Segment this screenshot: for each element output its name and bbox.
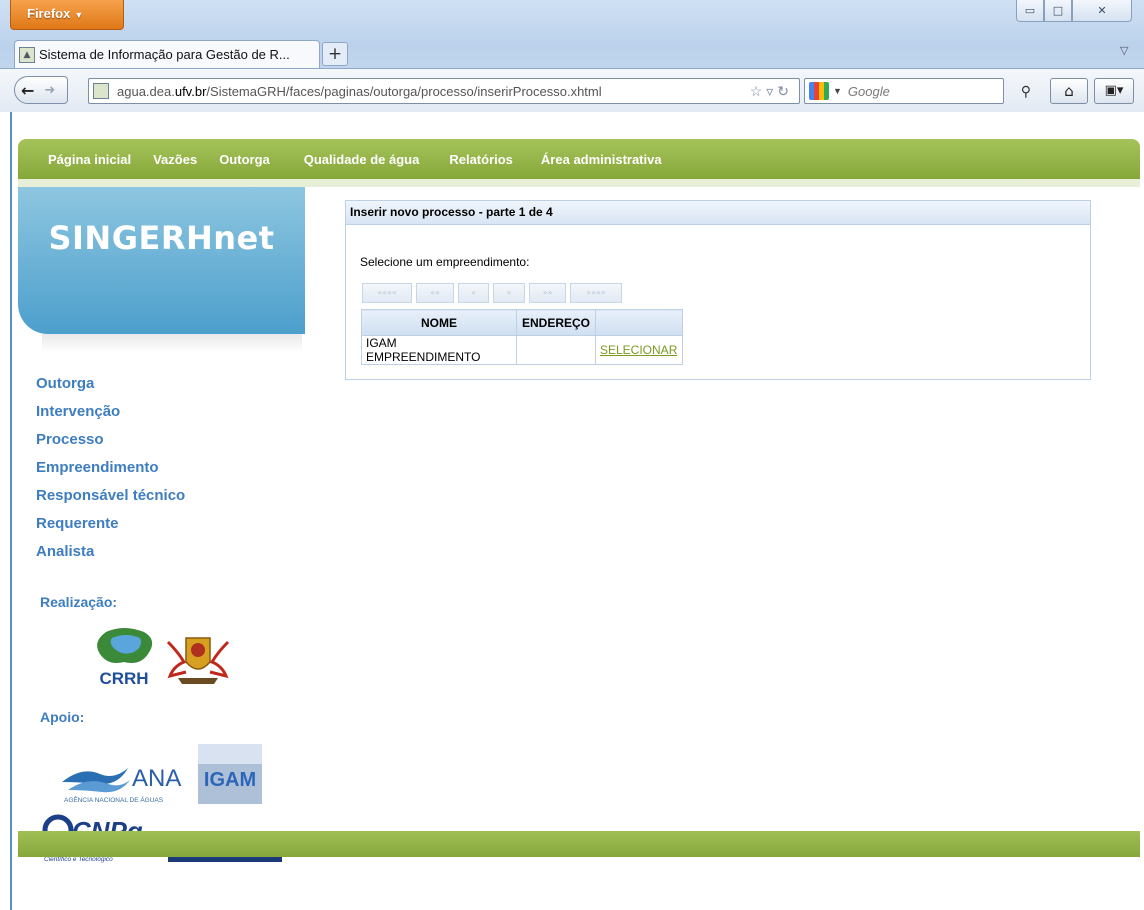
search-bar[interactable]: ▼ Google ⚲ (804, 78, 1031, 104)
sidenav-processo[interactable]: Processo (36, 426, 185, 454)
url-prefix: agua.dea. (117, 83, 175, 99)
igam-logo[interactable]: IGAM (198, 744, 262, 804)
insert-process-panel: Inserir novo processo - parte 1 de 4 Sel… (345, 200, 1091, 380)
apoio-heading: Apoio: (40, 709, 85, 725)
site-favicon-icon (93, 83, 109, 99)
bookmark-star-reload-icon[interactable]: ☆▿↻ (750, 83, 793, 100)
google-engine-icon[interactable] (809, 82, 829, 100)
page-content: Página inicial Vazões Outorga Qualidade … (10, 112, 1140, 910)
sidenav-requerente[interactable]: Requerente (36, 510, 185, 538)
realizacao-heading: Realização: (40, 594, 118, 610)
dropdown-arrow-icon: ▼ (74, 10, 84, 20)
brand-banner: SINGERHnet (18, 187, 305, 334)
ana-logo[interactable]: ANA AGÊNCIA NACIONAL DE ÁGUAS (58, 752, 198, 806)
panel-title: Inserir novo processo - parte 1 de 4 (346, 201, 1090, 225)
search-icon[interactable]: ⚲ (1021, 83, 1031, 100)
url-bar[interactable]: agua.dea. ufv.br/SistemaGRH/faces/paginas… (88, 78, 800, 104)
url-path: /SistemaGRH/faces/paginas/outorga/proces… (206, 83, 602, 99)
igam-logo-text: IGAM (204, 769, 256, 791)
menu-qualidade-agua[interactable]: Qualidade de água (304, 152, 420, 167)
sidenav-responsavel-tecnico[interactable]: Responsável técnico (36, 482, 185, 510)
sidenav-empreendimento[interactable]: Empreendimento (36, 454, 185, 482)
side-navigation: Outorga Intervenção Processo Empreendime… (36, 370, 185, 566)
select-enterprise-label: Selecione um empreendimento: (360, 255, 530, 269)
site-title: SINGERHnet (48, 219, 275, 257)
row-endereco (516, 335, 596, 365)
svg-text:CRRH: CRRH (99, 669, 148, 688)
menu-vazoes[interactable]: Vazões (153, 152, 197, 167)
crrh-logo[interactable]: CRRH (86, 626, 162, 688)
pager-first-button[interactable]: «««« (362, 283, 412, 303)
menu-area-administrativa[interactable]: Área administrativa (541, 152, 662, 167)
favicon-icon: ▲ (19, 46, 35, 63)
menu-pagina-inicial[interactable]: Página inicial (48, 152, 131, 167)
sidenav-analista[interactable]: Analista (36, 538, 185, 566)
menu-underline (18, 179, 1140, 187)
pager-fast-forward-button[interactable]: »» (529, 283, 566, 303)
browser-chrome: Firefox ▼ ▭ □ ✕ ▲ Sistema de Informação p… (0, 0, 1144, 112)
table-header-row: NOME ENDEREÇO (361, 309, 683, 336)
minimize-button[interactable]: ▭ (1016, 0, 1044, 22)
bookmarks-menu-button[interactable]: ▣▾ (1094, 78, 1134, 104)
column-nome: NOME (361, 309, 517, 336)
maximize-button[interactable]: □ (1044, 0, 1072, 22)
url-host: ufv.br (174, 83, 207, 99)
enterprise-table: NOME ENDEREÇO IGAM EMPREENDIMENTO SELECI… (361, 309, 683, 365)
pager-fast-back-button[interactable]: «« (416, 283, 454, 303)
footer-bar (18, 831, 1140, 857)
table-row: IGAM EMPREENDIMENTO SELECIONAR (361, 335, 683, 365)
column-action (595, 309, 683, 336)
footer (18, 831, 1140, 910)
pager-next-button[interactable]: » (493, 283, 525, 303)
ana-logo-subtitle: AGÊNCIA NACIONAL DE ÁGUAS (64, 795, 164, 804)
title-bar: Firefox ▼ ▭ □ ✕ (0, 0, 1144, 36)
pagination: «««« «« « » »» »»»» (362, 283, 622, 303)
back-arrow-icon[interactable]: ← (21, 81, 34, 100)
browser-tab[interactable]: ▲ Sistema de Informação para Gestão de R… (14, 40, 320, 68)
pager-prev-button[interactable]: « (458, 283, 489, 303)
engine-dropdown-icon[interactable]: ▼ (833, 86, 842, 96)
tab-title: Sistema de Informação para Gestão de R..… (39, 47, 290, 62)
menu-outorga[interactable]: Outorga (219, 152, 270, 167)
home-button[interactable]: ⌂ (1050, 78, 1088, 104)
tab-list-dropdown-icon[interactable]: ▽ (1120, 44, 1128, 57)
sidenav-outorga[interactable]: Outorga (36, 370, 185, 398)
back-forward-buttons[interactable]: ← ➜ (14, 76, 68, 104)
search-placeholder: Google (847, 83, 890, 99)
row-nome: IGAM EMPREENDIMENTO (361, 335, 517, 365)
banner-shadow (42, 334, 302, 352)
menu-relatorios[interactable]: Relatórios (449, 152, 513, 167)
pager-last-button[interactable]: »»»» (570, 283, 622, 303)
sidenav-intervencao[interactable]: Intervenção (36, 398, 185, 426)
column-endereco: ENDEREÇO (516, 309, 596, 336)
close-window-button[interactable]: ✕ (1072, 0, 1132, 22)
forward-arrow-icon[interactable]: ➜ (44, 83, 55, 98)
firefox-menu-button[interactable]: Firefox ▼ (10, 0, 124, 30)
top-menu: Página inicial Vazões Outorga Qualidade … (18, 139, 1140, 179)
selecionar-link[interactable]: SELECIONAR (595, 335, 683, 365)
ana-logo-text: ANA (132, 765, 181, 792)
ufv-crest-logo[interactable] (164, 632, 232, 688)
new-tab-button[interactable]: + (322, 42, 348, 66)
